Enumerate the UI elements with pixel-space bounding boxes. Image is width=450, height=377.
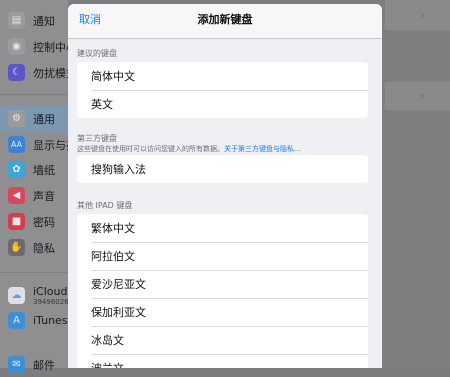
mail-icon: ✉ — [8, 356, 25, 373]
third-party-privacy-note: 这些键盘在使用时可以访问您键入的所有数据。关于第三方键盘与隐私... — [77, 144, 301, 154]
other-keyboards-list: 繁体中文 阿拉伯文 爱沙尼亚文 保加利亚文 冰岛文 波兰文 — [77, 214, 368, 368]
moon-icon: ☾ — [8, 64, 25, 81]
third-party-keyboards-header: 第三方键盘 — [77, 134, 117, 143]
sound-icon: ◀ — [8, 187, 25, 204]
keyboard-option-simplified-chinese[interactable]: 简体中文 — [77, 62, 368, 90]
keyboard-option-traditional-chinese[interactable]: 繁体中文 — [77, 214, 368, 242]
sidebar-item-do-not-disturb[interactable]: ☾ 勿扰模式 — [0, 60, 77, 85]
keyboard-option-arabic[interactable]: 阿拉伯文 — [77, 242, 368, 270]
chevron-right-icon: › — [420, 8, 425, 22]
sidebar-item-display[interactable]: AA 显示与亮度 — [0, 132, 88, 157]
suggested-keyboards-header: 建议的键盘 — [77, 49, 117, 58]
keyboard-option-sogou[interactable]: 搜狗输入法 — [77, 155, 368, 183]
hand-icon: ✋ — [8, 239, 25, 256]
sidebar-item-sublabel: 39496026 — [33, 298, 69, 306]
sidebar-item-label: 通用 — [33, 112, 55, 126]
sidebar-item-label: 声音 — [33, 189, 55, 203]
page-title: 添加新键盘 — [197, 13, 253, 26]
privacy-link[interactable]: 关于第三方键盘与隐私... — [224, 145, 301, 153]
suggested-keyboards-list: 简体中文 英文 — [77, 62, 368, 118]
sidebar-item-label: iCloud — [33, 285, 68, 298]
sidebar-item-label: 墙纸 — [33, 163, 55, 177]
control-center-icon: ◉ — [8, 38, 25, 55]
sidebar-item-mail[interactable]: ✉ 邮件 — [0, 352, 68, 377]
sidebar-item-label: iTunes — [33, 314, 68, 327]
sidebar-item-label: 隐私 — [33, 241, 55, 255]
sidebar-item-general[interactable]: ⚙ 通用 — [0, 106, 68, 131]
sidebar-item-notifications[interactable]: ▤ 通知 — [0, 8, 68, 33]
sidebar-item-control-center[interactable]: ◉ 控制中心 — [0, 34, 77, 59]
notifications-icon: ▤ — [8, 12, 25, 29]
sidebar-item-label: 邮件 — [33, 358, 55, 372]
detail-group — [385, 82, 450, 110]
sidebar-item-label: 通知 — [33, 14, 55, 28]
settings-sidebar: ▤ 通知 ◉ 控制中心 ☾ 勿扰模式 ⚙ 通用 AA 显示与亮度 ✿ 墙纸 ◀ … — [0, 0, 88, 373]
privacy-note-text: 这些键盘在使用时可以访问您键入的所有数据。 — [77, 145, 224, 153]
sidebar-divider — [0, 272, 68, 273]
wallpaper-icon: ✿ — [8, 161, 25, 178]
keyboard-option-polish[interactable]: 波兰文 — [77, 354, 368, 368]
cloud-icon: ☁ — [8, 287, 25, 304]
keyboard-option-estonian[interactable]: 爱沙尼亚文 — [77, 270, 368, 298]
sidebar-item-itunes[interactable]: A iTunes — [0, 308, 68, 333]
chevron-right-icon: › — [420, 89, 425, 103]
sidebar-item-sound[interactable]: ◀ 声音 — [0, 183, 68, 208]
third-party-keyboards-list: 搜狗输入法 — [77, 155, 368, 183]
sidebar-item-passcode[interactable]: ■ 密码 — [0, 209, 68, 234]
add-keyboard-sheet: 取消 添加新键盘 建议的键盘 简体中文 英文 第三方键盘 这些键盘在使用时可以访… — [68, 4, 382, 368]
keyboard-option-bulgarian[interactable]: 保加利亚文 — [77, 298, 368, 326]
sidebar-divider — [0, 94, 68, 95]
navigation-bar: 取消 添加新键盘 — [68, 4, 382, 39]
display-icon: AA — [8, 136, 25, 153]
sidebar-item-label: 密码 — [33, 215, 55, 229]
lock-icon: ■ — [8, 213, 25, 230]
other-keyboards-header: 其他 IPAD 键盘 — [77, 201, 133, 210]
sidebar-item-wallpaper[interactable]: ✿ 墙纸 — [0, 157, 68, 182]
gear-icon: ⚙ — [8, 110, 25, 127]
sidebar-item-privacy[interactable]: ✋ 隐私 — [0, 235, 68, 260]
detail-group — [385, 0, 450, 30]
keyboard-option-english[interactable]: 英文 — [77, 90, 368, 118]
keyboard-option-icelandic[interactable]: 冰岛文 — [77, 326, 368, 354]
sidebar-item-icloud[interactable]: ☁ iCloud 39496026 — [0, 283, 69, 308]
appstore-icon: A — [8, 312, 25, 329]
